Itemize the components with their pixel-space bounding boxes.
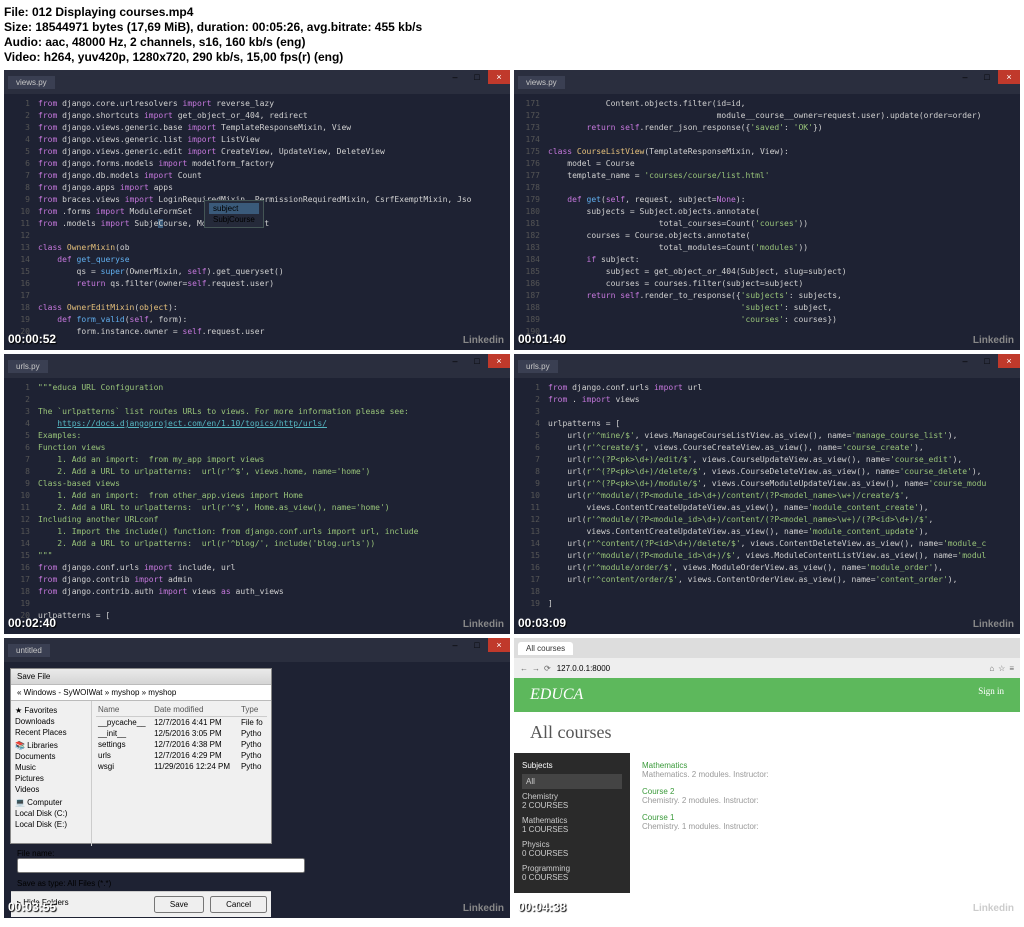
path-bar[interactable]: « Windows - SyWOIWat » myshop » myshop [11, 685, 271, 701]
timestamp: 00:00:52 [8, 332, 56, 346]
file-list[interactable]: NameDate modifiedType__pycache__12/7/201… [92, 701, 271, 846]
close-icon[interactable]: × [998, 70, 1020, 84]
brand-logo[interactable]: EDUCA [530, 686, 583, 704]
size-info: Size: 18544971 bytes (17,69 MiB), durati… [4, 20, 1020, 34]
course-item[interactable]: MathematicsMathematics. 2 modules. Instr… [642, 761, 769, 779]
course-item[interactable]: Course 2Chemistry. 2 modules. Instructor… [642, 787, 769, 805]
editor-tab[interactable]: untitled [8, 644, 50, 657]
watermark: Linkedin [463, 619, 504, 630]
tree-item[interactable]: Videos [15, 784, 87, 795]
watermark: Linkedin [463, 335, 504, 346]
video-info: Video: h264, yuv420p, 1280x720, 290 kb/s… [4, 50, 1020, 64]
tree-item[interactable]: Downloads [15, 716, 87, 727]
bookmark-icon[interactable]: ☆ [998, 664, 1005, 673]
frame-4: –□× urls.py 1from django.conf.urls impor… [514, 354, 1020, 634]
menu-icon[interactable]: ≡ [1009, 664, 1014, 673]
filename-input[interactable] [17, 858, 305, 873]
subject-item[interactable]: Mathematics 1 COURSES [522, 813, 622, 837]
browser-window: All courses ← → ⟳ ⌂ ☆ ≡ EDUCA Sign in All cour… [514, 638, 1020, 918]
code-editor[interactable]: 1from django.conf.urls import url 2from … [514, 378, 1020, 614]
tree-item[interactable]: Local Disk (C:) [15, 808, 87, 819]
subject-item[interactable]: Physics 0 COURSES [522, 837, 622, 861]
tree-item[interactable]: Local Disk (E:) [15, 819, 87, 830]
close-icon[interactable]: × [488, 70, 510, 84]
close-icon[interactable]: × [998, 354, 1020, 368]
timestamp: 00:01:40 [518, 332, 566, 346]
tree-item[interactable]: Recent Places [15, 727, 87, 738]
ac-item[interactable]: subject [209, 203, 259, 214]
file-row[interactable]: wsgi11/29/2016 12:24 PMPytho [96, 761, 267, 772]
home-icon[interactable]: ⌂ [989, 664, 994, 673]
watermark: Linkedin [463, 903, 504, 914]
tree-item[interactable]: Pictures [15, 773, 87, 784]
tree-item[interactable]: ★ Favorites [15, 705, 87, 716]
tree-item[interactable]: 📚 Libraries [15, 740, 87, 751]
subject-item[interactable]: All [522, 774, 622, 789]
watermark: Linkedin [973, 903, 1014, 914]
column-header[interactable]: Type [239, 703, 267, 717]
timestamp: 00:02:40 [8, 616, 56, 630]
audio-info: Audio: aac, 48000 Hz, 2 channels, s16, 1… [4, 35, 1020, 49]
file-row[interactable]: __init__12/5/2016 3:05 PMPytho [96, 728, 267, 739]
browser-tab[interactable]: All courses [518, 642, 573, 655]
cancel-button[interactable]: Cancel [210, 896, 267, 913]
subject-item[interactable]: Programming 0 COURSES [522, 861, 622, 885]
tree-item[interactable]: 💻 Computer [15, 797, 87, 808]
timestamp: 00:04:38 [518, 900, 566, 914]
tree-item[interactable]: Music [15, 762, 87, 773]
timestamp: 00:03:55 [8, 900, 56, 914]
course-item[interactable]: Course 1Chemistry. 1 modules. Instructor… [642, 813, 769, 831]
save-button[interactable]: Save [154, 896, 204, 913]
editor-tab[interactable]: views.py [8, 76, 55, 89]
code-editor[interactable]: 171 Content.objects.filter(id=id, 172 mo… [514, 94, 1020, 342]
subjects-header: Subjects [522, 761, 622, 770]
frame-3: –□× urls.py 1"""educa URL Configuration … [4, 354, 510, 634]
autocomplete-popup[interactable]: subject SubjCourse [204, 200, 264, 228]
frame-1: –□× views.py 1from django.core.urlresolv… [4, 70, 510, 350]
signin-link[interactable]: Sign in [978, 686, 1004, 704]
file-row[interactable]: settings12/7/2016 4:38 PMPytho [96, 739, 267, 750]
filename-label: File name: [17, 849, 54, 858]
file-row[interactable]: urls12/7/2016 4:29 PMPytho [96, 750, 267, 761]
watermark: Linkedin [973, 335, 1014, 346]
address-bar[interactable] [555, 663, 986, 674]
back-icon[interactable]: ← [520, 664, 528, 673]
tree-item[interactable]: Documents [15, 751, 87, 762]
file-row[interactable]: __pycache__12/7/2016 4:41 PMFile fo [96, 717, 267, 729]
frame-5: –□× untitled Save File « Windows - SyWOI… [4, 638, 510, 918]
column-header[interactable]: Name [96, 703, 152, 717]
fwd-icon[interactable]: → [532, 664, 540, 673]
subject-item[interactable]: Chemistry 2 COURSES [522, 789, 622, 813]
course-list: MathematicsMathematics. 2 modules. Instr… [630, 753, 781, 893]
column-header[interactable]: Date modified [152, 703, 239, 717]
reload-icon[interactable]: ⟳ [544, 664, 551, 673]
thumbnail-grid: –□× views.py 1from django.core.urlresolv… [4, 70, 1020, 918]
file-info: File: 012 Displaying courses.mp4 [4, 5, 1020, 19]
page-title: All courses [514, 712, 1020, 753]
editor-tab[interactable]: views.py [518, 76, 565, 89]
close-icon[interactable]: × [488, 638, 510, 652]
frame-6: All courses ← → ⟳ ⌂ ☆ ≡ EDUCA Sign in All cour… [514, 638, 1020, 918]
save-dialog: Save File « Windows - SyWOIWat » myshop … [10, 668, 272, 844]
dialog-title: Save File [11, 669, 271, 685]
code-editor[interactable]: 1"""educa URL Configuration 2 3The `urlp… [4, 378, 510, 626]
folder-tree[interactable]: ★ Favorites Downloads Recent Places 📚 Lib… [11, 701, 92, 846]
close-icon[interactable]: × [488, 354, 510, 368]
editor-tab[interactable]: urls.py [518, 360, 558, 373]
timestamp: 00:03:09 [518, 616, 566, 630]
frame-2: –□× views.py 171 Content.objects.filter(… [514, 70, 1020, 350]
subjects-sidebar: Subjects AllChemistry 2 COURSESMathemati… [514, 753, 630, 893]
ac-item[interactable]: SubjCourse [209, 214, 259, 225]
watermark: Linkedin [973, 619, 1014, 630]
editor-tab[interactable]: urls.py [8, 360, 48, 373]
saveas-label[interactable]: Save as type: All Files (*.*) [11, 876, 271, 891]
